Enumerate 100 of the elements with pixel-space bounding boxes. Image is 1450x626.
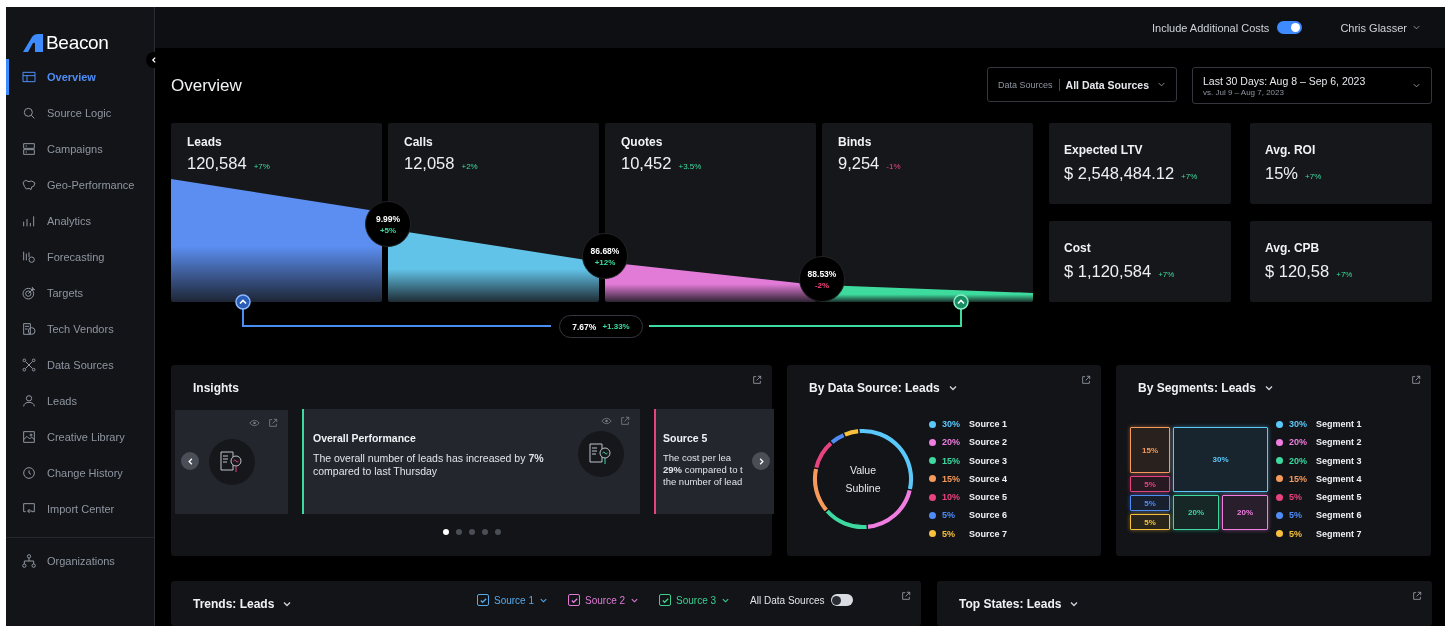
change-text: +7%: [1336, 270, 1353, 279]
nodes-icon: [21, 357, 37, 373]
external-link-icon[interactable]: [752, 375, 762, 385]
legend-percent: 30%: [942, 419, 961, 429]
eye-icon[interactable]: [249, 418, 260, 427]
nav-item[interactable]: Analytics: [6, 203, 154, 239]
external-link-icon[interactable]: [1412, 591, 1422, 601]
external-link-icon[interactable]: [620, 416, 630, 426]
legend-percent: 5%: [942, 510, 956, 521]
legend-percent: 15%: [942, 473, 961, 484]
checkbox[interactable]: [568, 594, 581, 606]
map-icon: [21, 177, 37, 193]
panel-title-dropdown[interactable]: By Segments: Leads: [1138, 381, 1275, 395]
stage-label: Binds: [838, 135, 873, 149]
nav-item[interactable]: Creative Library: [6, 419, 154, 455]
report-magnifier-icon: [208, 438, 255, 485]
legend-label: Source 3: [969, 455, 1008, 466]
panel-title-dropdown[interactable]: Trends: Leads: [193, 597, 293, 611]
insight-text: The cost per lea 29% compared to t the number of lead: [663, 452, 743, 488]
change-text: +2%: [461, 162, 478, 171]
treemap-tile: 5%: [1130, 514, 1170, 531]
nav-item[interactable]: Data Sources: [6, 347, 154, 383]
checkbox[interactable]: [659, 594, 672, 606]
legend-label: Source 2: [969, 437, 1008, 448]
chevron-down-icon: [1412, 23, 1421, 32]
chevron-down-icon: [1412, 81, 1421, 90]
external-link-icon[interactable]: [1081, 375, 1091, 385]
legend-percent: 20%: [942, 437, 961, 448]
clock-icon: [21, 465, 37, 481]
coin-chart-icon: [21, 249, 37, 265]
eye-icon[interactable]: [601, 417, 612, 425]
user-menu[interactable]: Chris Glasser: [1340, 21, 1421, 34]
legend-label: Segment 3: [1316, 455, 1362, 466]
legend-percent: 5%: [1289, 510, 1303, 521]
panel-title-dropdown[interactable]: By Data Source: Leads: [809, 381, 958, 395]
kpi-value: $ 2,548,484.12: [1064, 164, 1175, 183]
page-dot[interactable]: [494, 529, 501, 535]
date-range-dropdown[interactable]: Last 30 Days: Aug 8 – Sep 6, 2023 vs. Jul 9 – Aug 7, 2023: [1192, 67, 1432, 104]
page-dot[interactable]: [442, 529, 449, 535]
kpi-value: $ 120,58: [1265, 262, 1330, 281]
external-link-icon[interactable]: [901, 591, 911, 601]
data-source-dropdown[interactable]: Data Sources All Data Sources: [987, 67, 1177, 102]
nav-item[interactable]: Geo-Performance: [6, 167, 154, 203]
center-value: Value: [849, 463, 877, 476]
chevron-down-icon: [282, 599, 293, 609]
source-filter[interactable]: Source 1: [477, 594, 549, 606]
nav-item[interactable]: Targets: [6, 275, 154, 311]
legend-label: Source 5: [969, 492, 1008, 503]
checkbox[interactable]: [477, 594, 489, 606]
nav-item[interactable]: Source Logic: [6, 95, 154, 131]
source-filter[interactable]: Source 2: [568, 594, 640, 606]
legend-label: Source 7: [969, 528, 1008, 539]
external-link-icon[interactable]: [268, 417, 278, 428]
source-filter[interactable]: Source 3: [659, 594, 731, 606]
stage-label: Quotes: [621, 135, 664, 149]
treemap-tile: 5%: [1130, 476, 1170, 493]
stage-value: 12,058: [404, 154, 455, 173]
treemap-tile: 15%: [1130, 427, 1170, 474]
stage-value: 10,452: [621, 154, 672, 173]
nav-item[interactable]: Leads: [6, 383, 154, 419]
legend-percent: 20%: [1289, 437, 1308, 448]
panel-title-dropdown[interactable]: Top States: Leads: [959, 597, 1080, 611]
kpi-label: Avg. ROI: [1265, 143, 1317, 157]
insight-text: The overall number of leads has increased by 7% compared to last Thursday: [313, 452, 545, 479]
legend-label: Segment 1: [1316, 419, 1362, 429]
nav-item[interactable]: Overview: [6, 59, 154, 95]
chevron-up-icon[interactable]: [953, 294, 969, 310]
legend-percent: 15%: [942, 455, 961, 466]
page-dot[interactable]: [455, 529, 462, 535]
layout-icon: [21, 69, 37, 85]
nav-item[interactable]: Forecasting: [6, 239, 154, 275]
toggle-label: All Data Sources: [750, 594, 825, 606]
nav-item[interactable]: Tech Vendors: [6, 311, 154, 347]
nav-item[interactable]: Change History: [6, 455, 154, 491]
report-magnifier-icon: [578, 431, 624, 477]
legend-percent: 20%: [1289, 455, 1308, 466]
nav-item[interactable]: Campaigns: [6, 131, 154, 167]
coin-stack-icon: [21, 321, 37, 337]
kpi-value: $ 1,120,584: [1064, 262, 1152, 281]
chevron-left-icon: [150, 56, 158, 64]
nav-item[interactable]: Organizations: [6, 543, 154, 579]
page-dot[interactable]: [481, 529, 488, 535]
legend-label: Segment 5: [1316, 492, 1362, 503]
page-dot[interactable]: [468, 529, 475, 535]
kpi-value: 15%: [1265, 164, 1299, 183]
external-link-icon[interactable]: [1411, 375, 1421, 385]
legend-percent: 30%: [1289, 419, 1308, 429]
overall-conversion-badge: 7.67% +1.33%: [559, 315, 643, 338]
chevron-up-icon[interactable]: [235, 294, 251, 310]
toggle-switch[interactable]: [830, 594, 853, 606]
legend-percent: 15%: [1289, 473, 1308, 484]
change-text: +3.5%: [678, 162, 702, 171]
treemap-tile: 20%: [1222, 495, 1268, 531]
legend-percent: 5%: [1289, 492, 1303, 503]
insight-title: Source 5: [663, 432, 709, 444]
toggle-switch[interactable]: [1277, 21, 1303, 34]
treemap-tile: 20%: [1173, 495, 1219, 531]
chevron-down-icon: [1069, 599, 1080, 609]
nav-item[interactable]: Import Center: [6, 491, 154, 527]
panel-title: Insights: [193, 381, 239, 395]
